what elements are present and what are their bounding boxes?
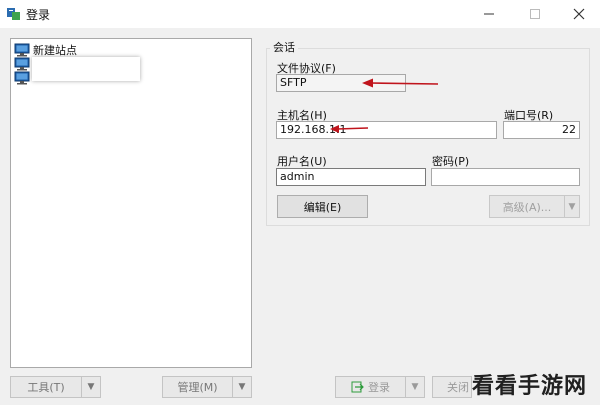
computer-icon: [14, 57, 30, 71]
minimize-icon: [484, 13, 494, 15]
chevron-down-icon: ▼: [81, 377, 100, 397]
tree-item-site[interactable]: [14, 70, 33, 86]
maximize-button[interactable]: [512, 0, 558, 28]
advanced-button[interactable]: 高级(A)...: [489, 195, 565, 218]
login-button-label: 登录: [368, 381, 390, 394]
site-tree[interactable]: 新建站点: [10, 38, 252, 368]
login-button-content: 登录: [336, 379, 405, 395]
close-button[interactable]: 关闭: [432, 376, 472, 398]
tools-button-label: 工具(T): [27, 381, 65, 394]
chevron-down-icon: ▼: [568, 201, 576, 212]
login-button[interactable]: 登录 ▼: [335, 376, 425, 398]
password-label: 密码(P): [432, 155, 470, 168]
site-name-edit-box[interactable]: [32, 57, 140, 81]
login-icon: [351, 381, 364, 393]
port-input[interactable]: 22: [503, 121, 580, 139]
chevron-down-icon: ▼: [405, 377, 424, 397]
tree-item-label: 新建站点: [33, 44, 77, 57]
chevron-down-icon: ▼: [232, 377, 251, 397]
maximize-icon: [530, 9, 540, 19]
session-group-title: 会话: [270, 39, 298, 55]
close-icon: [573, 8, 585, 20]
watermark: 看看手游网: [472, 374, 588, 399]
manage-button-label: 管理(M): [177, 381, 218, 394]
computer-icon: [14, 43, 30, 57]
manage-button[interactable]: 管理(M) ▼: [162, 376, 252, 398]
tools-button[interactable]: 工具(T) ▼: [10, 376, 101, 398]
user-label: 用户名(U): [277, 155, 327, 168]
edit-button[interactable]: 编辑(E): [277, 195, 368, 218]
annotation-arrow-icon: [330, 125, 369, 133]
host-input[interactable]: 192.168.1.1: [276, 121, 497, 139]
username-input[interactable]: admin: [276, 168, 426, 186]
advanced-dropdown-button[interactable]: ▼: [564, 195, 580, 218]
computer-icon: [14, 71, 30, 85]
app-icon: [7, 8, 20, 20]
close-window-button[interactable]: [556, 0, 600, 28]
minimize-button[interactable]: [466, 0, 512, 28]
close-button-label: 关闭: [447, 381, 469, 394]
annotation-arrow-icon: [362, 78, 439, 88]
window-title: 登录: [26, 8, 51, 22]
password-input[interactable]: [431, 168, 580, 186]
